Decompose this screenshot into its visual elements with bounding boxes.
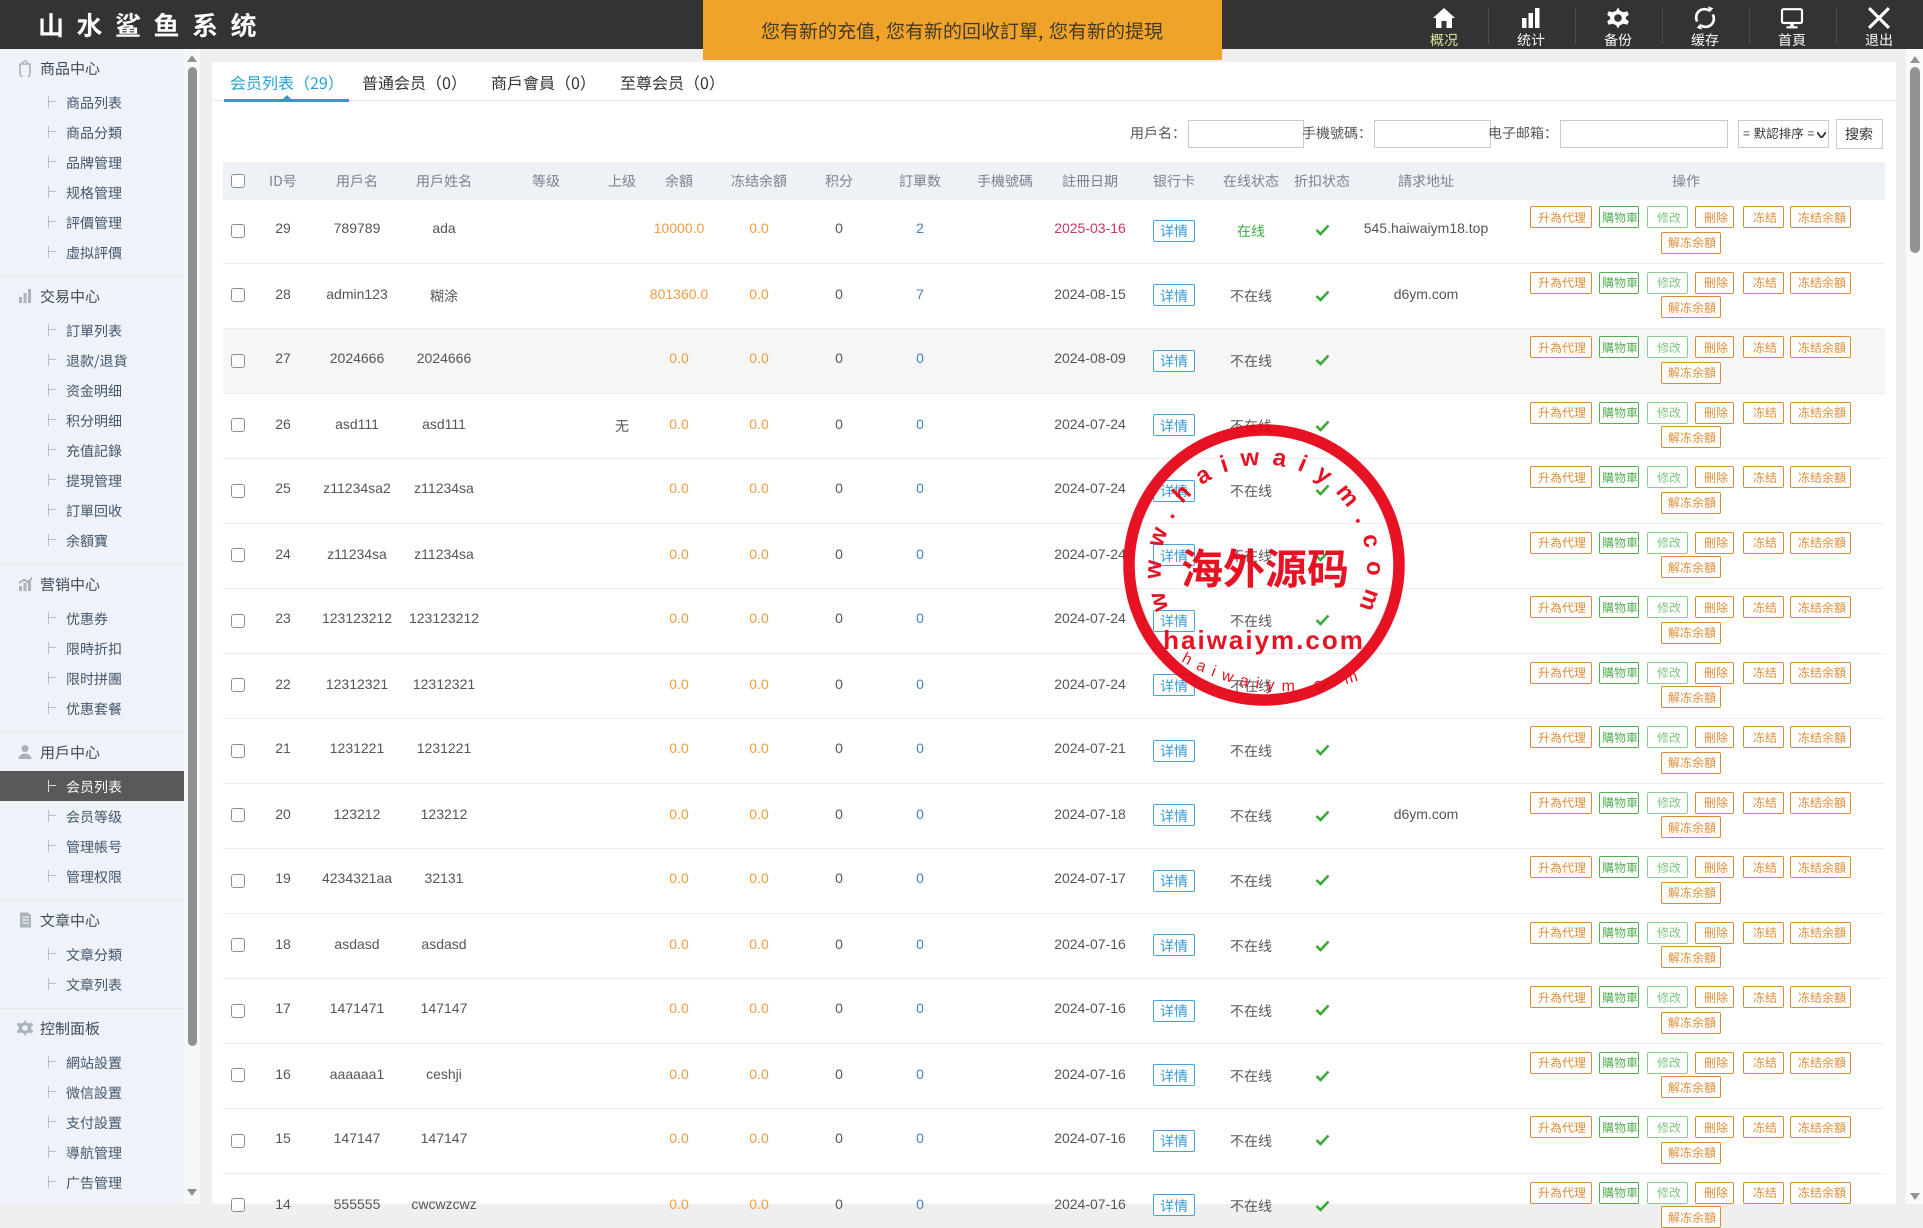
svg-text:haiwaiym.com: haiwaiym.com <box>1163 625 1365 655</box>
svg-text:www.haiwaiym.com: www.haiwaiym.com <box>1139 443 1388 626</box>
